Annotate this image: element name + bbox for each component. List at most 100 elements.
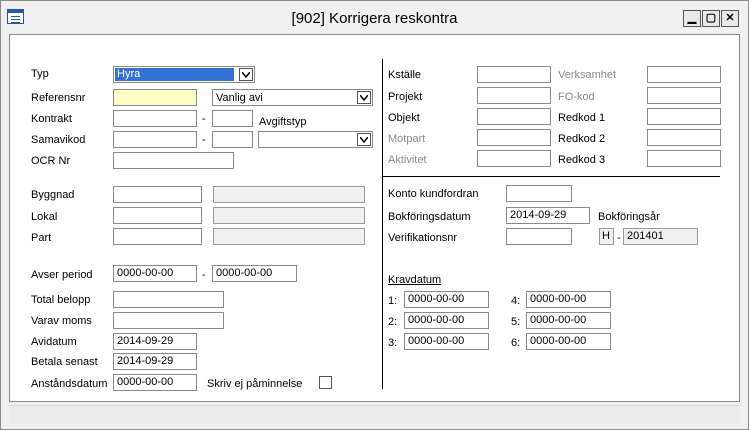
konto-kundfordran-label: Konto kundfordran xyxy=(388,188,479,200)
window-title: [902] Korrigera reskontra xyxy=(291,10,458,27)
lokal-label: Lokal xyxy=(31,211,58,223)
samavikod-label: Samavikod xyxy=(31,134,86,146)
part-input[interactable] xyxy=(113,228,202,245)
varav-moms-label: Varav moms xyxy=(31,315,92,327)
betala-senast-label: Betala senast xyxy=(31,356,98,368)
close-icon: ✕ xyxy=(725,12,735,24)
typ-value: Hyra xyxy=(115,68,234,81)
typ-label: Typ xyxy=(31,68,49,80)
krav-3-label: 3: xyxy=(388,337,398,349)
part-name-field xyxy=(213,228,365,245)
lokal-input[interactable] xyxy=(113,207,202,224)
krav-6-input[interactable]: 0000-00-00 xyxy=(526,333,611,350)
samavikod-suffix-input[interactable] xyxy=(212,131,253,148)
avser-period-from-input[interactable]: 0000-00-00 xyxy=(113,265,197,282)
bokforingsar-label: Bokföringsår xyxy=(598,211,660,223)
motpart-label: Motpart xyxy=(388,133,426,145)
krav-2-input[interactable]: 0000-00-00 xyxy=(404,312,489,329)
verifikationsnr-label: Verifikationsnr xyxy=(388,232,458,244)
maximize-icon: ▢ xyxy=(705,12,717,24)
krav-1-label: 1: xyxy=(388,295,398,307)
minimize-icon: ▁ xyxy=(687,12,697,24)
avser-period-label: Avser period xyxy=(31,269,93,281)
konto-kundfordran-input[interactable] xyxy=(506,185,572,202)
krav-2-label: 2: xyxy=(388,316,398,328)
kstalle-input[interactable] xyxy=(477,66,551,83)
title-bar[interactable]: [902] Korrigera reskontra ▁ ▢ ✕ xyxy=(1,1,748,33)
objekt-label: Objekt xyxy=(388,112,420,124)
bokforingsar-value-field: 201401 xyxy=(623,228,698,245)
kontrakt-suffix-input[interactable] xyxy=(212,110,253,127)
avi-type-select[interactable]: Vanlig avi xyxy=(212,89,373,106)
total-belopp-label: Total belopp xyxy=(31,294,91,306)
avidatum-label: Avidatum xyxy=(31,336,77,348)
kravdatum-heading: Kravdatum xyxy=(388,274,442,286)
betala-senast-input[interactable]: 2014-09-29 xyxy=(113,353,197,370)
samavikod-dash: - xyxy=(202,134,206,146)
byggnad-label: Byggnad xyxy=(31,189,75,201)
fokod-label: FO-kod xyxy=(558,91,595,103)
bokforingsar-dash: - xyxy=(617,232,621,244)
anstandsdatum-label: Anståndsdatum xyxy=(31,378,108,390)
projekt-input[interactable] xyxy=(477,87,551,104)
avgiftstyp-select[interactable] xyxy=(258,131,373,148)
section-divider xyxy=(383,176,720,177)
kontrakt-dash: - xyxy=(202,113,206,125)
typ-select[interactable]: Hyra xyxy=(113,66,255,83)
bokforingsdatum-input[interactable]: 2014-09-29 xyxy=(506,207,590,224)
maximize-button[interactable]: ▢ xyxy=(702,10,720,27)
skriv-ej-paminnelse-checkbox[interactable] xyxy=(319,376,332,389)
motpart-input[interactable] xyxy=(477,129,551,146)
byggnad-input[interactable] xyxy=(113,186,202,203)
fokod-input[interactable] xyxy=(647,87,721,104)
ocr-label: OCR Nr xyxy=(31,155,71,167)
kstalle-label: Kställe xyxy=(388,69,422,81)
avser-period-to-input[interactable]: 0000-00-00 xyxy=(212,265,297,282)
projekt-label: Projekt xyxy=(388,91,423,103)
kontrakt-input[interactable] xyxy=(113,110,197,127)
byggnad-name-field xyxy=(213,186,365,203)
krav-4-input[interactable]: 0000-00-00 xyxy=(526,291,611,308)
column-divider xyxy=(382,59,383,389)
lokal-name-field xyxy=(213,207,365,224)
krav-6-label: 6: xyxy=(511,337,521,349)
krav-5-label: 5: xyxy=(511,316,521,328)
ocr-input[interactable] xyxy=(113,152,234,169)
redkod3-label: Redkod 3 xyxy=(558,154,606,166)
aktivitet-label: Aktivitet xyxy=(388,154,427,166)
kontrakt-label: Kontrakt xyxy=(31,113,72,125)
close-button[interactable]: ✕ xyxy=(721,10,739,27)
krav-4-label: 4: xyxy=(511,295,521,307)
avi-type-value: Vanlig avi xyxy=(216,92,263,104)
chevron-down-icon[interactable] xyxy=(357,91,371,104)
redkod1-label: Redkod 1 xyxy=(558,112,606,124)
krav-5-input[interactable]: 0000-00-00 xyxy=(526,312,611,329)
status-bar xyxy=(9,405,740,424)
avidatum-input[interactable]: 2014-09-29 xyxy=(113,333,197,350)
bokforingsar-prefix-field: H xyxy=(599,228,614,245)
app-window: [902] Korrigera reskontra ▁ ▢ ✕ Typ Hyra… xyxy=(0,0,749,430)
verksamhet-label: Verksamhet xyxy=(558,69,617,81)
avser-period-dash: - xyxy=(202,269,206,281)
samavikod-input[interactable] xyxy=(113,131,197,148)
avgiftstyp-label: Avgiftstyp xyxy=(259,116,307,128)
redkod2-label: Redkod 2 xyxy=(558,133,606,145)
verifikationsnr-input[interactable] xyxy=(506,228,572,245)
varav-moms-input[interactable] xyxy=(113,312,224,329)
anstandsdatum-input[interactable]: 0000-00-00 xyxy=(113,374,197,391)
verksamhet-input[interactable] xyxy=(647,66,721,83)
redkod2-input[interactable] xyxy=(647,129,721,146)
redkod3-input[interactable] xyxy=(647,150,721,167)
total-belopp-input[interactable] xyxy=(113,291,224,308)
referensnr-label: Referensnr xyxy=(31,92,86,104)
referensnr-input[interactable] xyxy=(113,89,197,106)
redkod1-input[interactable] xyxy=(647,108,721,125)
objekt-input[interactable] xyxy=(477,108,551,125)
krav-1-input[interactable]: 0000-00-00 xyxy=(404,291,489,308)
minimize-button[interactable]: ▁ xyxy=(683,10,701,27)
krav-3-input[interactable]: 0000-00-00 xyxy=(404,333,489,350)
chevron-down-icon[interactable] xyxy=(239,68,253,81)
aktivitet-input[interactable] xyxy=(477,150,551,167)
part-label: Part xyxy=(31,232,52,244)
chevron-down-icon[interactable] xyxy=(357,133,371,146)
